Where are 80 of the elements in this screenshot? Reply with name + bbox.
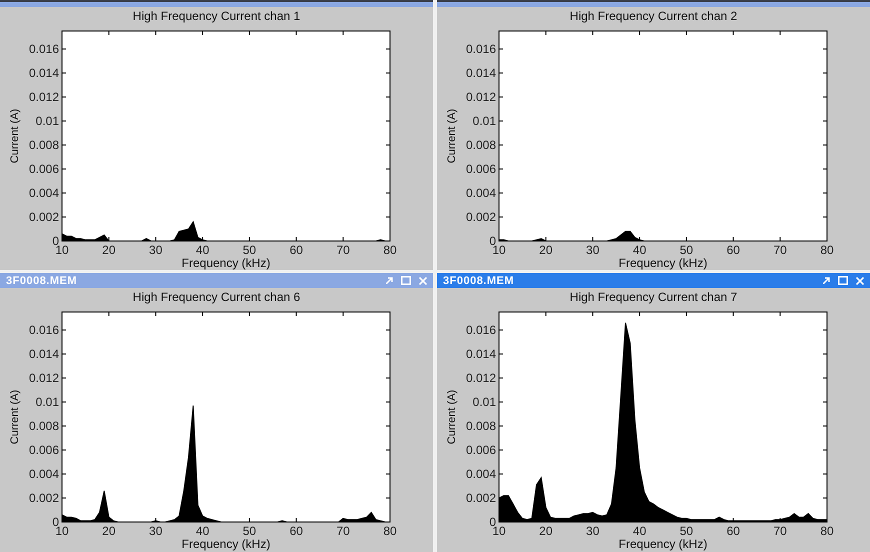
tick-label: 0.01 <box>472 114 496 128</box>
axis-label: Frequency (kHz) <box>618 256 708 270</box>
tick-label: 0.01 <box>472 395 496 409</box>
tick-label: 0.006 <box>28 162 59 176</box>
tick-label: 0.002 <box>466 210 496 224</box>
chart-title: High Frequency Current chan 7 <box>568 289 738 306</box>
tick-label: 0.014 <box>28 347 59 361</box>
tick-label: 0.006 <box>28 443 59 457</box>
tick-label: 0.014 <box>466 347 496 361</box>
tick-label: 0.004 <box>466 467 496 481</box>
maximize-icon[interactable] <box>838 276 848 285</box>
tick-label: 70 <box>773 243 787 257</box>
axis-label: Current (A) <box>9 390 21 444</box>
tick-label: 0.002 <box>466 491 496 505</box>
axis-label: Current (A) <box>446 390 458 444</box>
tick-label: 30 <box>149 243 162 257</box>
tick-label: 40 <box>632 524 646 538</box>
tick-label: 0.014 <box>466 66 496 80</box>
tick-label: 0.01 <box>36 395 59 409</box>
axis-label: Frequency (kHz) <box>182 537 270 551</box>
tick-label: 0.014 <box>28 66 59 80</box>
chart-title: High Frequency Current chan 6 <box>132 289 302 306</box>
axis-label: Current (A) <box>9 108 21 164</box>
tick-label: 40 <box>632 243 646 257</box>
tick-label: 80 <box>820 243 834 257</box>
tick-label: 0.016 <box>28 323 59 337</box>
tick-label: 0.008 <box>466 419 496 433</box>
tick-label: 0.008 <box>28 138 59 152</box>
chart-title: High Frequency Current chan 2 <box>568 8 738 25</box>
tick-label: 0.006 <box>466 443 496 457</box>
tick-label: 30 <box>586 243 600 257</box>
tick-label: 30 <box>149 524 162 538</box>
tick-label: 60 <box>726 524 740 538</box>
maximize-icon[interactable] <box>401 276 411 285</box>
tick-label: 0.01 <box>36 114 59 128</box>
tick-label: 0.016 <box>466 323 496 337</box>
tick-label: 20 <box>102 243 116 257</box>
tick-label: 80 <box>383 243 397 257</box>
tick-label: 20 <box>102 524 116 538</box>
tick-label: 0.002 <box>28 210 59 224</box>
tick-label: 0.008 <box>28 419 59 433</box>
tick-label: 70 <box>336 243 350 257</box>
tick-label: 0.012 <box>28 90 59 104</box>
tick-label: 60 <box>290 524 303 538</box>
tick-label: 60 <box>726 243 740 257</box>
tick-label: 0.016 <box>466 42 496 56</box>
tick-label: 20 <box>539 524 553 538</box>
tick-label: 50 <box>680 243 694 257</box>
tick-label: 40 <box>196 524 210 538</box>
tick-label: 80 <box>820 524 834 538</box>
tick-label: 0.016 <box>28 42 59 56</box>
tick-label: 50 <box>242 243 256 257</box>
tick-label: 50 <box>242 524 256 538</box>
window-title: 3F0008.MEM <box>6 274 78 286</box>
tick-label: 40 <box>196 243 210 257</box>
tick-label: 30 <box>586 524 600 538</box>
tick-label: 0.006 <box>466 162 496 176</box>
tick-label: 50 <box>680 524 694 538</box>
tick-label: 0.004 <box>28 467 59 481</box>
close-icon[interactable] <box>419 276 427 284</box>
tick-label: 0.012 <box>466 90 496 104</box>
tick-label: 70 <box>336 524 350 538</box>
undock-icon[interactable] <box>386 277 393 284</box>
tick-label: 0.004 <box>466 186 496 200</box>
window-title: 3F0008.MEM <box>443 274 514 286</box>
axis-label: Frequency (kHz) <box>618 537 708 551</box>
tick-label: 70 <box>773 524 787 538</box>
axis-label: Current (A) <box>446 108 458 164</box>
tick-label: 0.002 <box>28 491 59 505</box>
close-icon[interactable] <box>856 276 864 284</box>
tick-label: 20 <box>539 243 553 257</box>
undock-icon[interactable] <box>823 277 830 284</box>
chart-title: High Frequency Current chan 1 <box>132 8 302 25</box>
tick-label: 60 <box>290 243 303 257</box>
tick-label: 80 <box>383 524 397 538</box>
tick-label: 0.012 <box>28 371 59 385</box>
tick-label: 0.004 <box>28 186 59 200</box>
tick-label: 0.012 <box>466 371 496 385</box>
axis-label: Frequency (kHz) <box>182 256 270 270</box>
tick-label: 0.008 <box>466 138 496 152</box>
